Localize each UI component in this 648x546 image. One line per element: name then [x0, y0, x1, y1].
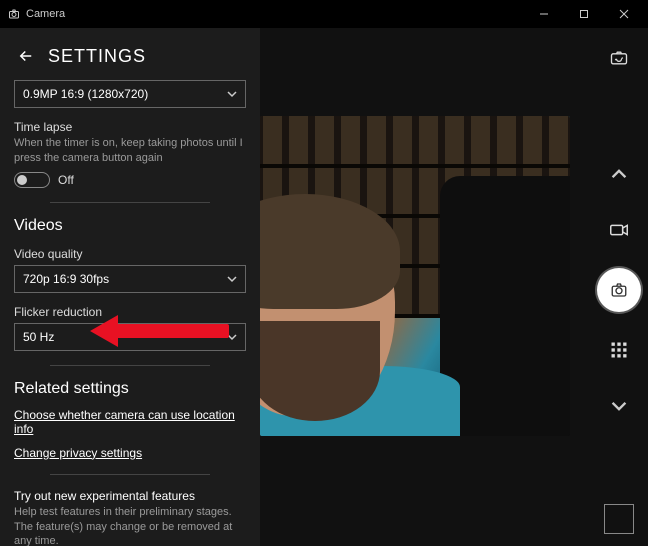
timelapse-state: Off: [58, 173, 74, 187]
photo-resolution-value: 0.9MP 16:9 (1280x720): [23, 87, 148, 101]
timelapse-desc: When the timer is on, keep taking photos…: [14, 136, 246, 166]
maximize-button[interactable]: [564, 0, 604, 28]
experimental-desc: Help test features in their preliminary …: [14, 505, 246, 546]
camera-preview: [260, 116, 570, 436]
close-button[interactable]: [604, 0, 644, 28]
flicker-dropdown[interactable]: 50 Hz: [14, 323, 246, 351]
video-mode-button[interactable]: [601, 212, 637, 248]
divider: [50, 365, 210, 366]
video-quality-value: 720p 16:9 30fps: [23, 272, 109, 286]
video-quality-label: Video quality: [14, 247, 246, 261]
camera-roll-thumbnail[interactable]: [604, 504, 634, 534]
location-link[interactable]: Choose whether camera can use location i…: [14, 408, 246, 436]
title-bar: Camera: [0, 0, 648, 28]
right-rail: [590, 28, 648, 546]
flicker-value: 50 Hz: [23, 330, 54, 344]
related-heading: Related settings: [14, 380, 246, 398]
chevron-down-icon: [227, 274, 237, 284]
camera-app-icon: [8, 8, 20, 20]
video-quality-dropdown[interactable]: 720p 16:9 30fps: [14, 265, 246, 293]
timelapse-toggle[interactable]: [14, 172, 50, 188]
window-title: Camera: [26, 8, 65, 20]
privacy-link[interactable]: Change privacy settings: [14, 446, 142, 460]
experimental-label: Try out new experimental features: [14, 489, 246, 503]
chevron-down-icon: [227, 89, 237, 99]
barcode-mode-button[interactable]: [601, 332, 637, 368]
settings-title: SETTINGS: [48, 46, 146, 67]
chevron-down-icon[interactable]: [601, 388, 637, 424]
settings-panel: SETTINGS 0.9MP 16:9 (1280x720) Time laps…: [0, 28, 260, 546]
switch-camera-button[interactable]: [601, 40, 637, 76]
photo-resolution-dropdown[interactable]: 0.9MP 16:9 (1280x720): [14, 80, 246, 108]
chevron-up-icon[interactable]: [601, 156, 637, 192]
divider: [50, 474, 210, 475]
shutter-button[interactable]: [597, 268, 641, 312]
minimize-button[interactable]: [524, 0, 564, 28]
flicker-label: Flicker reduction: [14, 305, 246, 319]
chevron-down-icon: [227, 332, 237, 342]
divider: [50, 202, 210, 203]
videos-heading: Videos: [14, 217, 246, 235]
timelapse-label: Time lapse: [14, 120, 246, 134]
back-button[interactable]: [14, 44, 38, 68]
